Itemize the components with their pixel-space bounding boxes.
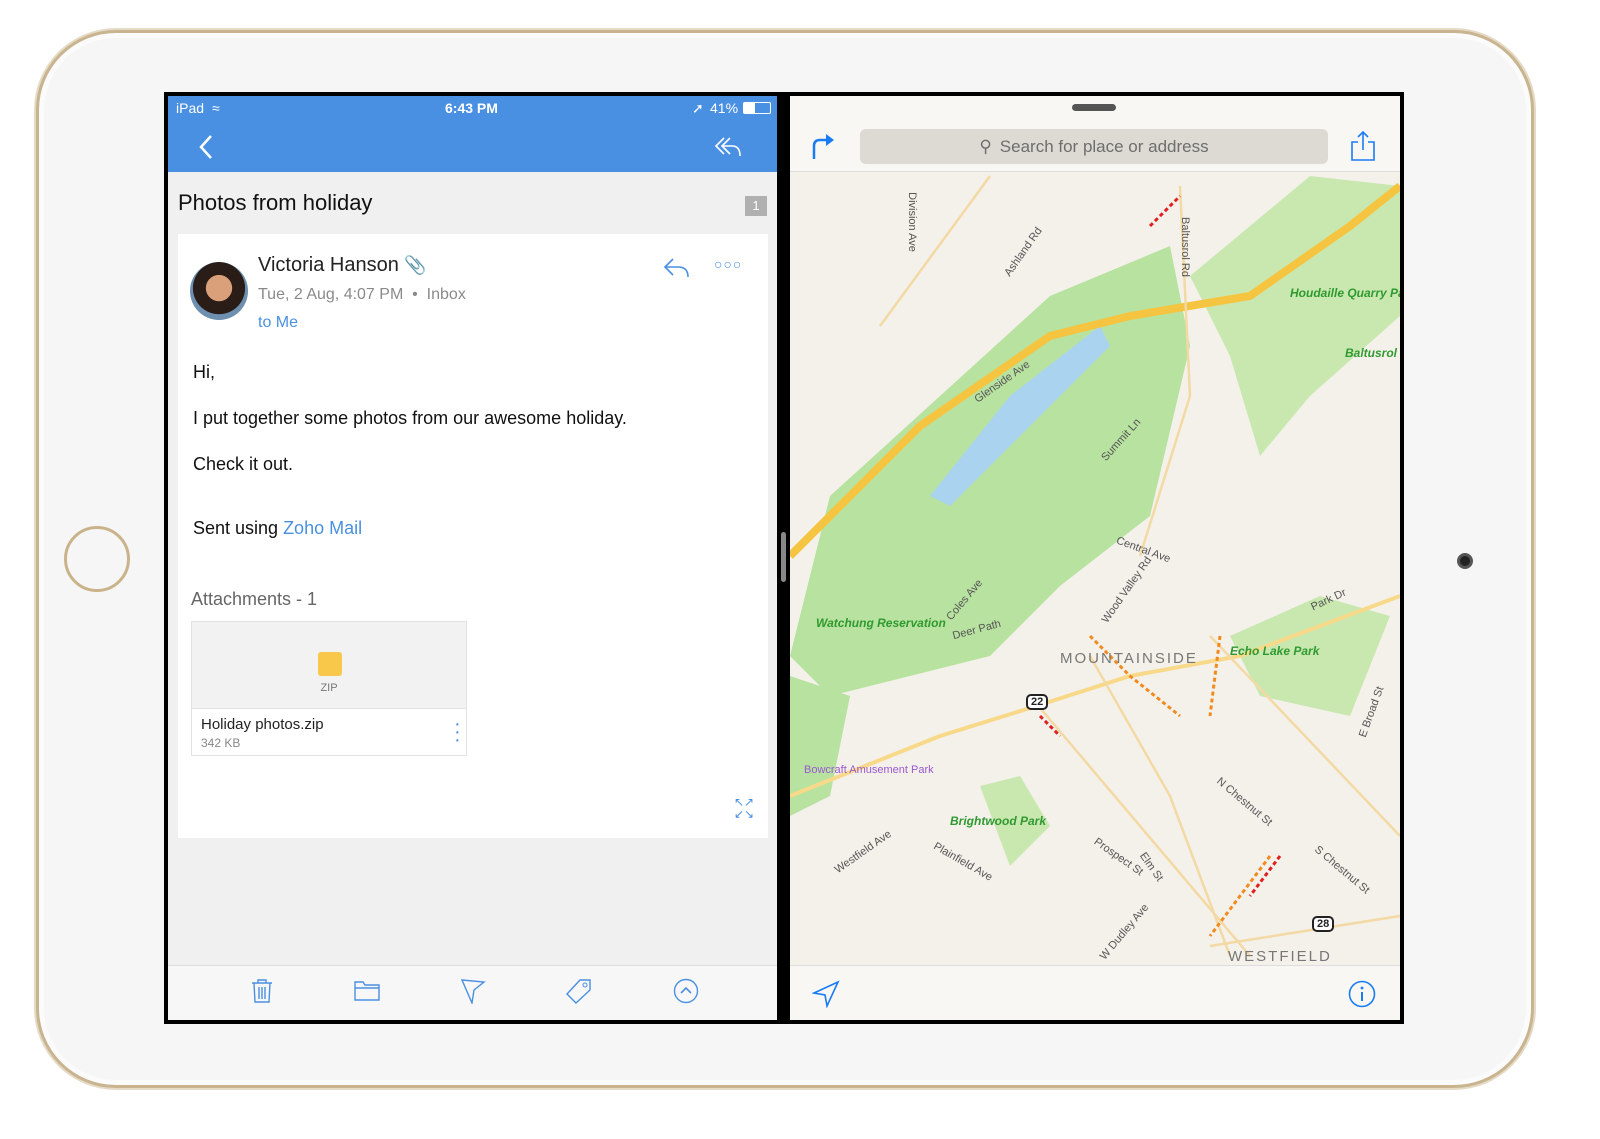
file-type-label: ZIP xyxy=(320,682,338,694)
grabber-handle[interactable] xyxy=(1072,104,1116,111)
search-placeholder: Search for place or address xyxy=(999,136,1209,156)
device-label: iPad xyxy=(176,100,205,116)
map-label: Brightwood Park xyxy=(950,814,1047,828)
houdaille-park-area xyxy=(1190,176,1400,456)
signature-text: Sent using xyxy=(193,518,284,538)
mail-app: iPad ≈ 6:43 PM ➚ 41% Photos from holiday… xyxy=(168,96,777,1020)
back-icon[interactable] xyxy=(198,134,214,160)
directions-icon[interactable] xyxy=(810,132,836,160)
folder-icon[interactable] xyxy=(354,978,380,1002)
sender-name[interactable]: Victoria Hanson 📎 xyxy=(258,254,427,277)
sender-name-text: Victoria Hanson xyxy=(258,254,399,276)
recipient-link[interactable]: to Me xyxy=(258,314,298,332)
map-label: Watchung Reservation xyxy=(816,616,946,630)
search-input[interactable]: ⚲ Search for place or address xyxy=(860,129,1328,164)
route-22-shield: 22 xyxy=(1026,694,1049,710)
search-icon: ⚲ xyxy=(979,136,992,156)
message-meta: Tue, 2 Aug, 4:07 PM • Inbox xyxy=(258,286,466,303)
signature: Sent using Zoho Mail xyxy=(193,518,362,539)
map-label: Baltusrol Golf Club xyxy=(1345,346,1400,360)
attachment-size: 342 KB xyxy=(201,736,241,750)
maps-header: ⚲ Search for place or address xyxy=(790,96,1400,172)
map-label: MOUNTAINSIDE xyxy=(1060,650,1198,667)
date: Tue, 2 Aug, 4:07 PM xyxy=(258,286,404,303)
screen: iPad ≈ 6:43 PM ➚ 41% Photos from holiday… xyxy=(164,92,1404,1024)
split-view-divider-handle[interactable] xyxy=(781,532,786,582)
route-28-shield: 28 xyxy=(1312,916,1335,932)
tag-icon[interactable] xyxy=(566,978,592,1004)
battery-percent: 41% xyxy=(710,100,739,116)
map-label: Division Ave xyxy=(905,192,918,252)
subject-title: Photos from holiday xyxy=(178,190,373,215)
location-icon: ➚ xyxy=(692,100,704,116)
thread-count-badge: 1 xyxy=(745,196,767,216)
maps-app: Division Ave Ashland Rd Baltusrol Rd Hou… xyxy=(790,96,1400,1020)
scroll-up-icon[interactable] xyxy=(673,978,699,1004)
camera xyxy=(1457,553,1473,569)
wifi-icon: ≈ xyxy=(212,100,220,116)
reply-all-icon[interactable] xyxy=(714,134,742,158)
more-options-icon[interactable]: ○○○ xyxy=(714,256,742,272)
zip-file-icon xyxy=(318,652,342,676)
avatar xyxy=(190,262,248,320)
trash-icon[interactable] xyxy=(250,978,274,1004)
current-location-icon[interactable] xyxy=(812,980,840,1008)
folder: Inbox xyxy=(426,286,466,303)
status-bar: iPad ≈ 6:43 PM ➚ 41% xyxy=(168,96,777,120)
expand-icon[interactable]: ↖↗ ↙↘ xyxy=(734,796,754,820)
body-line: I put together some photos from our awes… xyxy=(193,408,627,428)
map-label: Echo Lake Park xyxy=(1230,644,1320,658)
body-greeting: Hi, xyxy=(193,362,215,382)
info-icon[interactable] xyxy=(1348,980,1376,1008)
maps-bottom-bar xyxy=(790,965,1400,1020)
zoho-mail-link[interactable]: Zoho Mail xyxy=(283,518,362,538)
map-label: Bowcraft Amusement Park xyxy=(804,764,934,776)
mail-toolbar xyxy=(168,965,777,1020)
home-button[interactable] xyxy=(64,526,130,592)
attachments-label: Attachments - 1 xyxy=(191,589,318,609)
reply-icon[interactable] xyxy=(662,256,690,278)
share-icon[interactable] xyxy=(1350,130,1376,162)
paperclip-icon: 📎 xyxy=(404,255,427,275)
nav-bar xyxy=(168,120,777,172)
battery-icon xyxy=(743,102,771,114)
map-canvas[interactable] xyxy=(790,96,1400,1020)
attachment-thumbnail: ZIP xyxy=(192,622,466,709)
park-area xyxy=(790,676,850,816)
body-line: Check it out. xyxy=(193,454,294,474)
message-card: Victoria Hanson 📎 Tue, 2 Aug, 4:07 PM • … xyxy=(178,234,768,838)
map-label: WESTFIELD xyxy=(1228,948,1332,965)
subject-header: Photos from holiday 1 xyxy=(168,172,777,234)
clock: 6:43 PM xyxy=(445,100,498,116)
map-label: Baltusrol Rd xyxy=(1178,217,1191,277)
attachment-name: Holiday photos.zip xyxy=(201,716,324,733)
attachment-card[interactable]: ZIP Holiday photos.zip 342 KB · · · xyxy=(191,621,467,756)
attachment-menu-icon[interactable]: · · · xyxy=(454,714,461,750)
flag-icon[interactable] xyxy=(460,978,486,1004)
map-label: Houdaille Quarry Park xyxy=(1290,286,1400,300)
